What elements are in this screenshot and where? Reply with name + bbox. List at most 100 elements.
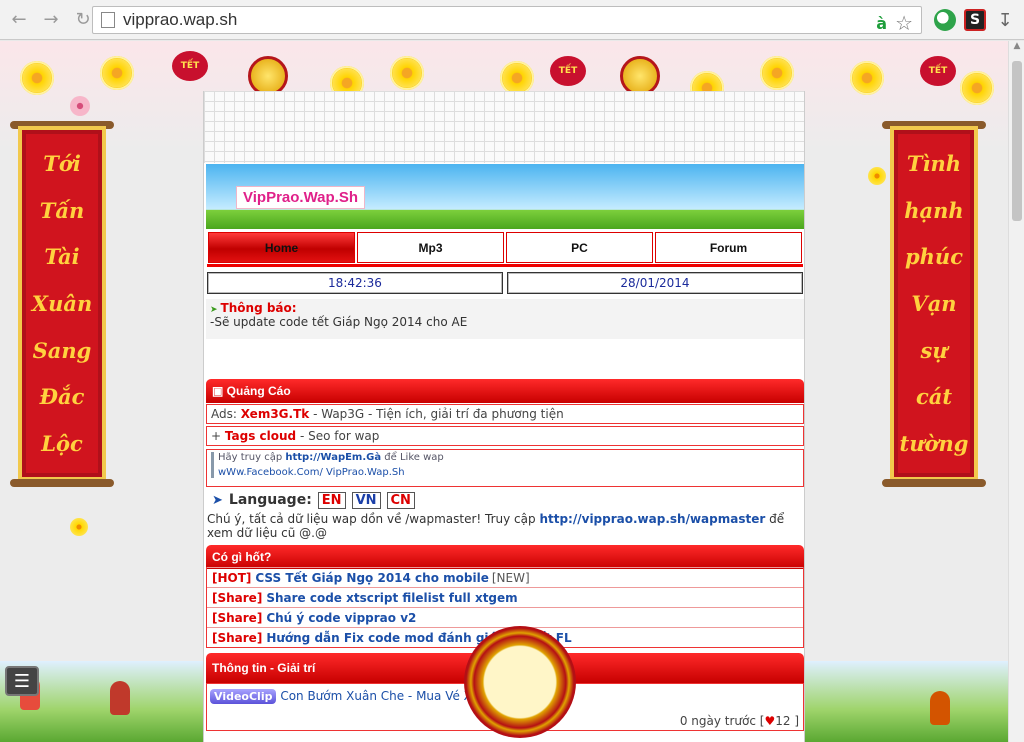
ads-link[interactable]: Xem3G.Tk bbox=[241, 407, 310, 421]
like-box: Hãy truy cập http://WapEm.Gà để Like wap… bbox=[206, 449, 804, 487]
like-count: 12 bbox=[775, 714, 791, 728]
post-time: 0 ngày trước bbox=[679, 714, 756, 728]
banner-text: cát bbox=[915, 384, 953, 410]
language-row: ➤ Language: EN VN CN bbox=[206, 489, 804, 511]
firecracker-icon bbox=[110, 681, 130, 715]
back-arrow-icon[interactable]: ← bbox=[6, 7, 32, 33]
item-tag: [HOT] bbox=[212, 570, 252, 585]
banner-text: sự bbox=[920, 337, 948, 363]
site-logo[interactable]: VipPrao.Wap.Sh bbox=[236, 186, 366, 209]
translate-icon[interactable]: à bbox=[876, 14, 887, 33]
list-item[interactable]: [Share] Chú ý code vipprao v2 bbox=[207, 607, 803, 627]
ads-desc: - Wap3G - Tiện ích, giải trí đa phương t… bbox=[313, 407, 564, 421]
banner-rod bbox=[10, 479, 114, 487]
apricot-blossom-icon bbox=[20, 61, 54, 95]
menu-mp3[interactable]: Mp3 bbox=[357, 232, 504, 263]
site-header: VipPrao.Wap.Sh bbox=[206, 164, 804, 229]
grid-background bbox=[204, 91, 804, 163]
tags-row: + Tags cloud - Seo for wap bbox=[206, 426, 804, 446]
banner-text: tường bbox=[899, 431, 969, 457]
banner-text: Sang bbox=[32, 337, 92, 363]
notice-text: -Sẽ update code tết Giáp Ngọ 2014 cho AE bbox=[210, 315, 468, 329]
apricot-blossom-icon bbox=[760, 56, 794, 90]
apricot-blossom-icon bbox=[850, 61, 884, 95]
falling-blossom-icon bbox=[70, 518, 88, 536]
extension-green-icon[interactable] bbox=[934, 9, 956, 31]
apricot-blossom-icon bbox=[390, 56, 424, 90]
menu-forum[interactable]: Forum bbox=[655, 232, 802, 263]
item-tag: [Share] bbox=[212, 590, 263, 605]
tet-seal-emblem bbox=[464, 626, 576, 738]
banner-text: Tình bbox=[906, 150, 962, 176]
videoclip-badge[interactable]: VideoClip bbox=[210, 689, 277, 704]
tags-desc: - Seo for wap bbox=[299, 429, 380, 443]
left-couplet-banner: Tới Tấn Tài Xuân Sang Đắc Lộc bbox=[18, 126, 106, 481]
ads-row: Ads: Xem3G.Tk - Wap3G - Tiện ích, giải t… bbox=[206, 404, 804, 424]
tet-badge-icon: TẾT bbox=[172, 51, 208, 81]
hamburger-menu-icon[interactable]: ☰ bbox=[5, 666, 39, 696]
language-label: Language: bbox=[228, 492, 312, 508]
banner-text: Tới bbox=[43, 150, 81, 176]
date-display: 28/01/2014 bbox=[507, 272, 803, 294]
like-link[interactable]: http://WapEm.Gà bbox=[285, 452, 381, 463]
bookmark-star-icon[interactable]: ☆ bbox=[895, 11, 913, 35]
arrow-right-icon: ➤ bbox=[212, 492, 223, 508]
time-display: 18:42:36 bbox=[207, 272, 503, 294]
tags-link[interactable]: Tags cloud bbox=[225, 429, 296, 443]
download-icon[interactable]: ↧ bbox=[994, 9, 1016, 31]
entertainment-link[interactable]: Con Bướm Xuân Che - Mua Vé Xe bbox=[280, 689, 478, 703]
item-tag: [Share] bbox=[212, 630, 263, 645]
menu-home[interactable]: Home bbox=[208, 232, 355, 263]
address-bar[interactable]: vipprao.wap.sh à ☆ bbox=[92, 6, 922, 35]
page-icon bbox=[101, 12, 115, 28]
lang-en-button[interactable]: EN bbox=[317, 491, 346, 509]
item-link[interactable]: CSS Tết Giáp Ngọ 2014 cho mobile bbox=[255, 571, 488, 585]
ads-prefix: Ads: bbox=[211, 407, 237, 421]
clock-row: 18:42:36 28/01/2014 bbox=[206, 272, 804, 294]
facebook-link[interactable]: wWw.Facebook.Com/ VipPrao.Wap.Sh bbox=[218, 467, 799, 478]
tet-badge-icon: TẾT bbox=[550, 56, 586, 86]
new-badge: [NEW] bbox=[491, 570, 530, 585]
notice-title: Thông báo: bbox=[220, 301, 297, 315]
url-text[interactable]: vipprao.wap.sh bbox=[123, 10, 237, 30]
vertical-scrollbar[interactable]: ▲ bbox=[1008, 41, 1024, 742]
forward-arrow-icon[interactable]: → bbox=[38, 7, 64, 33]
lang-vn-button[interactable]: VN bbox=[351, 491, 381, 509]
cherry-blossom-icon bbox=[70, 96, 90, 116]
falling-blossom-icon bbox=[868, 167, 886, 185]
list-item[interactable]: [HOT] CSS Tết Giáp Ngọ 2014 cho mobile [… bbox=[207, 567, 803, 587]
menu-pc[interactable]: PC bbox=[506, 232, 653, 263]
wapmaster-link[interactable]: http://vipprao.wap.sh/wapmaster bbox=[539, 512, 765, 526]
item-link[interactable]: Share code xtscript filelist full xtgem bbox=[266, 591, 517, 605]
banner-text: hạnh bbox=[904, 197, 964, 223]
ads-icon: ▣ bbox=[212, 384, 227, 398]
child-figure-icon bbox=[930, 691, 950, 725]
gold-coin-icon bbox=[620, 56, 660, 96]
ads-heading-text: Quảng Cáo bbox=[226, 384, 291, 398]
apricot-blossom-icon bbox=[100, 56, 134, 90]
lang-cn-button[interactable]: CN bbox=[386, 491, 415, 509]
banner-rod bbox=[882, 479, 986, 487]
extension-s-icon[interactable]: S bbox=[964, 9, 986, 31]
banner-text: Lộc bbox=[41, 431, 83, 457]
item-link[interactable]: Chú ý code vipprao v2 bbox=[266, 611, 416, 625]
banner-text: Đắc bbox=[39, 384, 85, 410]
scroll-up-icon[interactable]: ▲ bbox=[1009, 41, 1024, 55]
arrow-right-icon: ➤ bbox=[210, 305, 218, 315]
gold-coin-icon bbox=[248, 56, 288, 96]
right-couplet-banner: Tình hạnh phúc Vạn sự cát tường bbox=[890, 126, 978, 481]
heart-icon: ♥ bbox=[764, 714, 776, 728]
apricot-blossom-icon bbox=[960, 71, 994, 105]
info-text: Chú ý, tất cả dữ liệu wap dồn về /wapmas… bbox=[206, 512, 804, 540]
tags-prefix: + bbox=[211, 429, 222, 443]
scroll-thumb[interactable] bbox=[1012, 61, 1022, 221]
banner-text: Xuân bbox=[31, 290, 93, 316]
apricot-blossom-icon bbox=[500, 61, 534, 95]
browser-toolbar: ← → ↻ vipprao.wap.sh à ☆ S ↧ bbox=[0, 0, 1024, 40]
page-viewport: TẾT TẾT TẾT Tới Tấn Tài Xuân Sang Đắc Lộ… bbox=[0, 41, 1008, 742]
list-item[interactable]: [Share] Share code xtscript filelist ful… bbox=[207, 587, 803, 607]
main-menu: Home Mp3 PC Forum bbox=[207, 231, 803, 267]
notice-box: ➤ Thông báo: -Sẽ update code tết Giáp Ngọ… bbox=[206, 299, 804, 339]
banner-text: Tấn bbox=[39, 197, 85, 223]
tet-badge-icon: TẾT bbox=[920, 56, 956, 86]
